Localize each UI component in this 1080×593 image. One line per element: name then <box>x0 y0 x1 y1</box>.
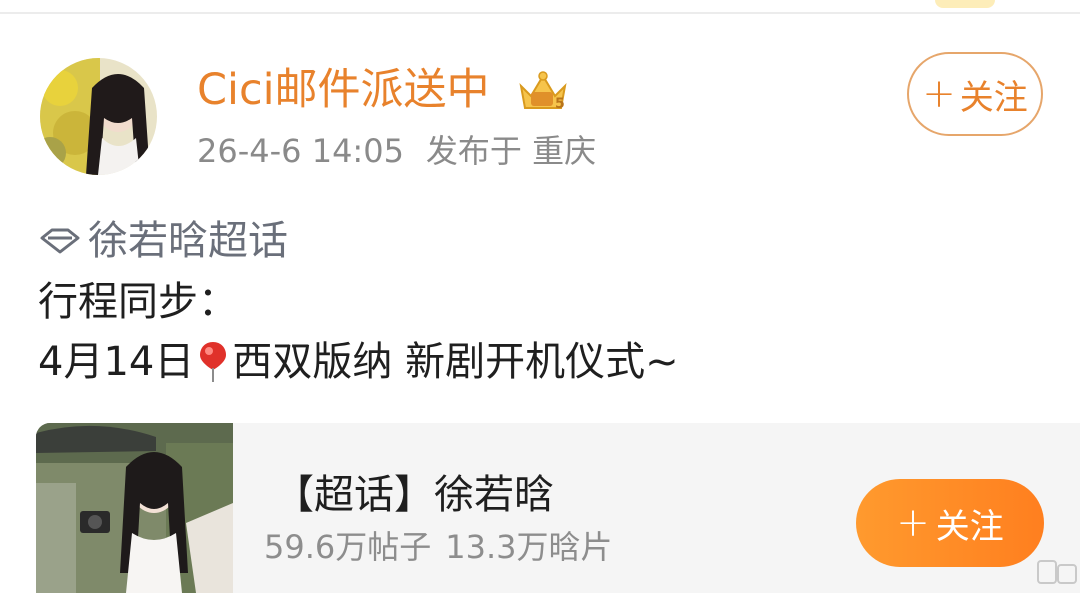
weibo-watermark-icon <box>1037 560 1077 584</box>
photos-count: 13.3万晗片 <box>445 528 613 566</box>
supertopic-title: 【超话】徐若晗 <box>274 472 554 518</box>
username[interactable]: Cici邮件派送中 <box>197 64 490 116</box>
avatar[interactable] <box>40 58 157 175</box>
post-date: 26-4-6 14:05 <box>197 132 404 170</box>
crown-badge-icon[interactable]: 5 <box>513 68 573 114</box>
post-text-line2: 4月14日 西双版纳 新剧开机仪式~ <box>38 337 679 387</box>
plus-icon: + <box>896 500 930 546</box>
follow-label: 关注 <box>959 77 1028 118</box>
supertopic-card[interactable]: 【超话】徐若晗 59.6万帖子 13.3万晗片 + 关注 <box>36 423 1080 593</box>
date-text: 4月14日 <box>38 339 195 385</box>
follow-label: 关注 <box>935 506 1004 547</box>
diamond-icon <box>40 228 80 254</box>
topic-label: 徐若晗超话 <box>88 218 288 264</box>
supertopic-cover-image <box>36 423 233 593</box>
follow-button[interactable]: + 关注 <box>907 52 1043 136</box>
supertopic-follow-button[interactable]: + 关注 <box>856 479 1044 567</box>
event-text: 西双版纳 新剧开机仪式~ <box>232 339 679 385</box>
avatar-image <box>40 58 157 175</box>
top-divider <box>0 12 1080 14</box>
post-text-line1: 行程同步： <box>38 279 238 325</box>
post-location: 发布于 重庆 <box>425 132 597 170</box>
plus-icon: + <box>922 71 956 117</box>
post-meta: 26-4-6 14:05 发布于 重庆 <box>197 131 596 171</box>
svg-text:5: 5 <box>555 96 565 112</box>
top-accent-shape <box>935 0 995 8</box>
supertopic-stats: 59.6万帖子 13.3万晗片 <box>264 527 613 567</box>
supertopic-link[interactable]: 徐若晗超话 <box>38 216 288 266</box>
location-pin-icon <box>200 342 227 382</box>
posts-count: 59.6万帖子 <box>264 528 432 566</box>
